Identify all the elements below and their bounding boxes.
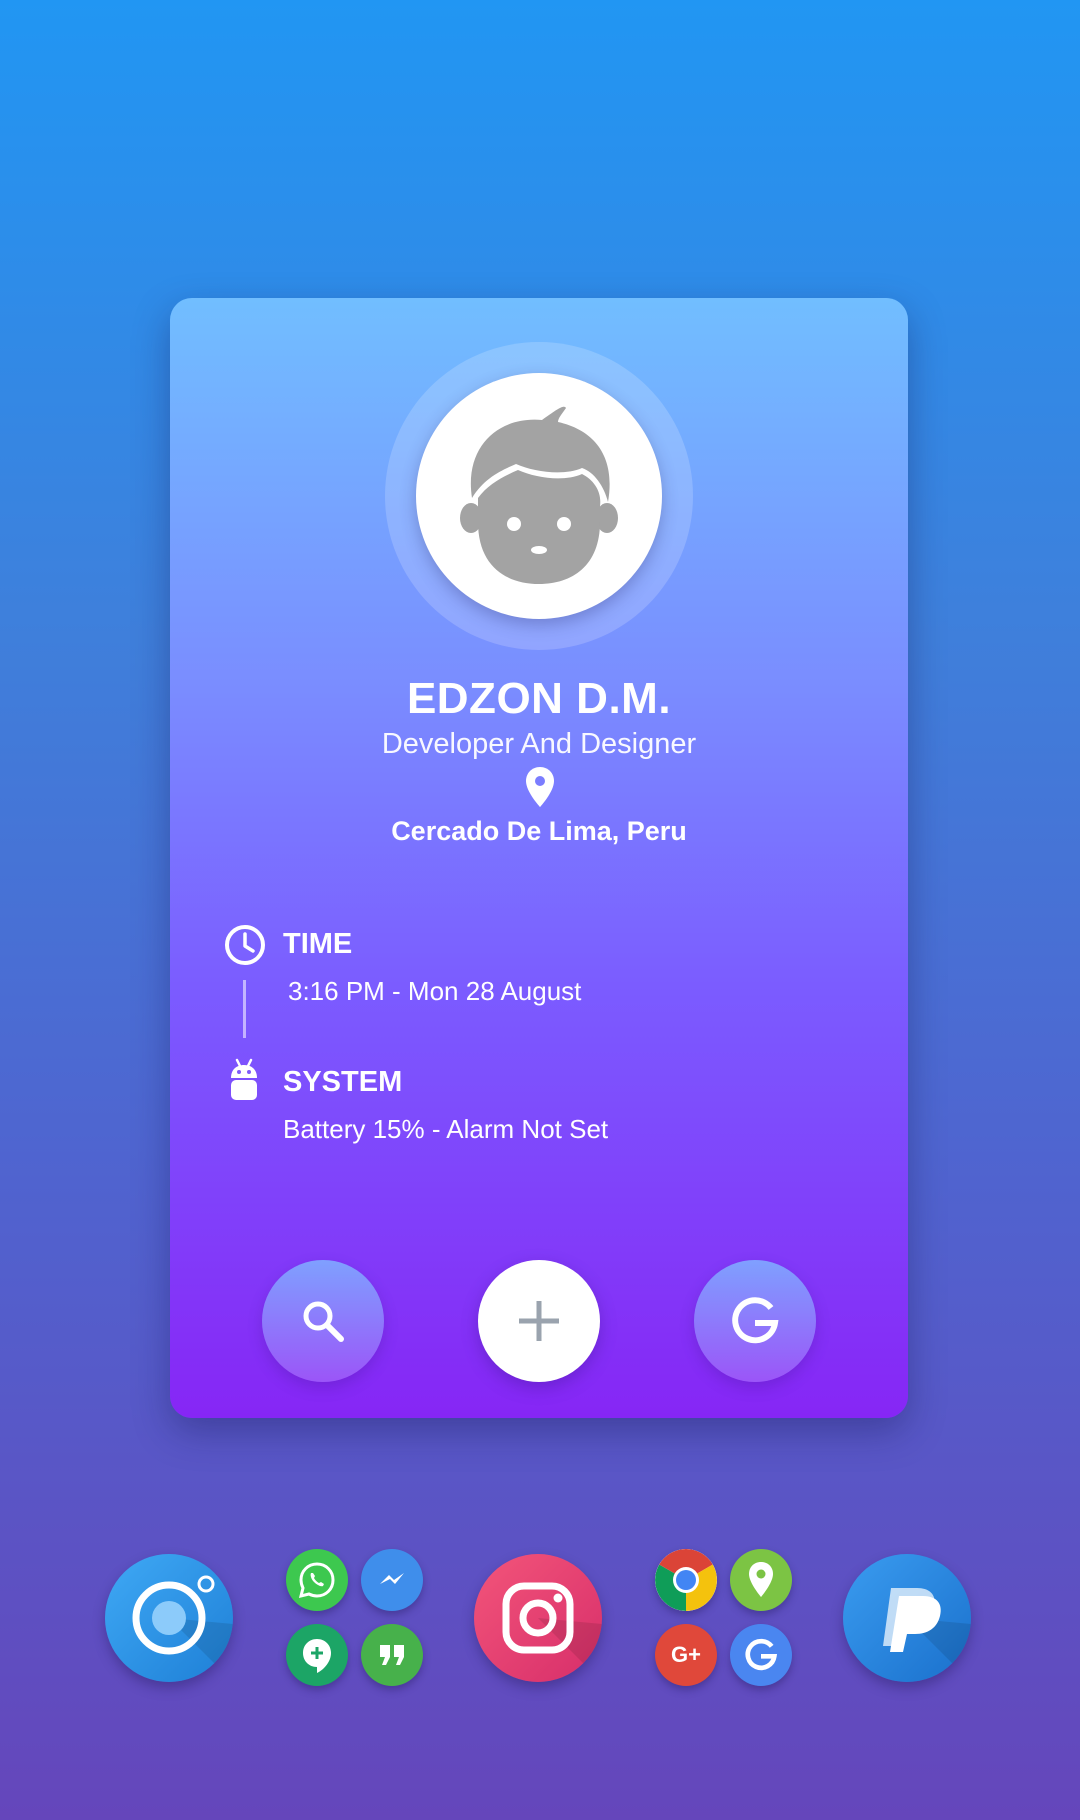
time-section-title: TIME (283, 928, 353, 960)
messenger-app-icon[interactable] (361, 1549, 423, 1611)
system-section-value: Battery 15% - Alarm Not Set (283, 1114, 609, 1144)
plus-icon (519, 1301, 559, 1341)
quotes-icon (380, 1645, 404, 1665)
android-icon (231, 1058, 257, 1100)
whatsapp-icon (298, 1562, 335, 1599)
chrome-icon (655, 1549, 717, 1611)
messenger-icon (380, 1573, 404, 1584)
system-section-title: SYSTEM (283, 1066, 403, 1098)
hangouts-app-icon[interactable] (286, 1624, 348, 1686)
quotes-app-icon[interactable] (361, 1624, 423, 1686)
location-pin-icon (526, 767, 554, 807)
location-text: Cercado De Lima, Peru (391, 816, 687, 846)
google-plus-icon: G+ (671, 1642, 701, 1667)
hangouts-icon (303, 1639, 331, 1673)
profile-name: EDZON D.M. (406, 674, 672, 723)
google-g-icon (745, 1638, 778, 1671)
search-button[interactable] (262, 1260, 384, 1382)
map-pin-icon (749, 1562, 773, 1597)
time-section-value: 3:16 PM - Mon 28 August (288, 976, 582, 1006)
paypal-app-icon[interactable] (843, 1554, 971, 1682)
chrome-app-icon[interactable] (655, 1549, 717, 1611)
profile-role: Developer And Designer (381, 728, 697, 760)
maps-app-icon[interactable] (730, 1549, 792, 1611)
avatar[interactable] (416, 373, 662, 619)
instagram-app-icon[interactable] (474, 1554, 602, 1682)
google-app-icon[interactable] (730, 1624, 792, 1686)
google-plus-app-icon[interactable]: G+ (655, 1624, 717, 1686)
timeline-divider (243, 980, 246, 1038)
add-button[interactable] (478, 1260, 600, 1382)
google-button[interactable] (694, 1260, 816, 1382)
instagram-icon (502, 1582, 602, 1682)
search-icon (303, 1301, 344, 1342)
profile-widget-card: EDZON D.M. Developer And Designer Cercad… (170, 298, 908, 1418)
google-g-icon (732, 1297, 779, 1344)
camera-app-icon[interactable] (105, 1554, 233, 1682)
camera-icon (132, 1575, 233, 1682)
whatsapp-app-icon[interactable] (286, 1549, 348, 1611)
paypal-icon (883, 1588, 971, 1682)
clock-icon (225, 925, 265, 965)
boy-face-avatar-icon (460, 406, 618, 584)
